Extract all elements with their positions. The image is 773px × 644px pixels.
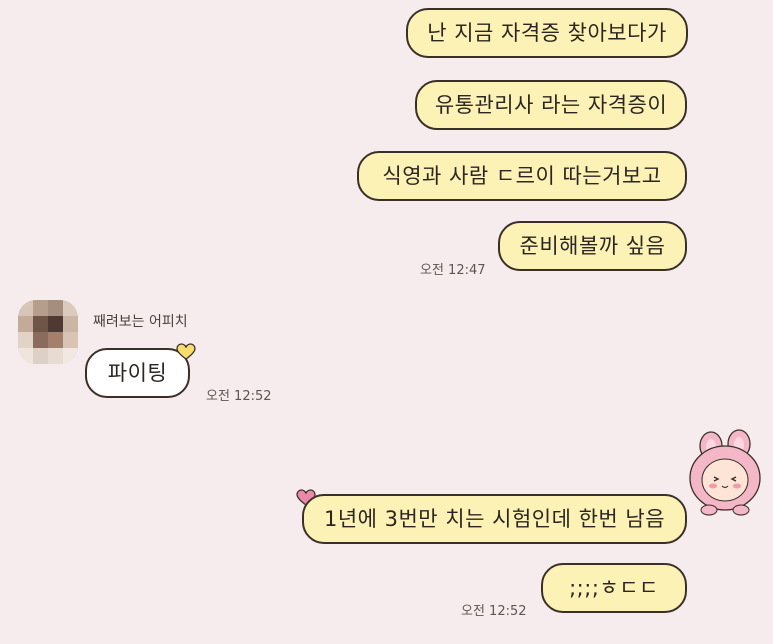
message-text: 난 지금 자격증 찾아보다가 [427, 20, 667, 45]
message-bubble-sent[interactable]: 1년에 3번만 치는 시험인데 한번 남음 [302, 494, 687, 544]
profile-avatar[interactable] [18, 300, 78, 364]
message-text: 유통관리사 라는 자격증이 [434, 92, 668, 117]
message-bubble-sent[interactable]: 유통관리사 라는 자격증이 [415, 80, 687, 130]
message-text: 식영과 사람 ㄷ르이 따는거보고 [382, 163, 662, 188]
message-bubble-sent[interactable]: 준비해볼까 싶음 [498, 221, 687, 271]
message-bubble-sent[interactable]: 난 지금 자격증 찾아보다가 [406, 8, 688, 58]
heart-icon [176, 343, 196, 360]
message-text: 파이팅 [107, 360, 168, 385]
message-text: ;;;;ㅎㄷㄷ [569, 575, 659, 600]
message-text: 1년에 3번만 치는 시험인데 한번 남음 [323, 506, 666, 531]
message-bubble-sent[interactable]: 식영과 사람 ㄷ르이 따는거보고 [357, 151, 687, 201]
pink-bunny-sticker-icon [689, 429, 761, 516]
message-bubble-received[interactable]: 파이팅 [85, 348, 190, 398]
sender-name: 째려보는 어피치 [93, 314, 188, 330]
message-timestamp: 오전 12:52 [461, 604, 527, 619]
message-text: 준비해볼까 싶음 [519, 233, 666, 258]
message-timestamp: 오전 12:47 [420, 263, 486, 278]
message-timestamp: 오전 12:52 [206, 389, 272, 404]
message-bubble-sent[interactable]: ;;;;ㅎㄷㄷ [541, 563, 687, 613]
